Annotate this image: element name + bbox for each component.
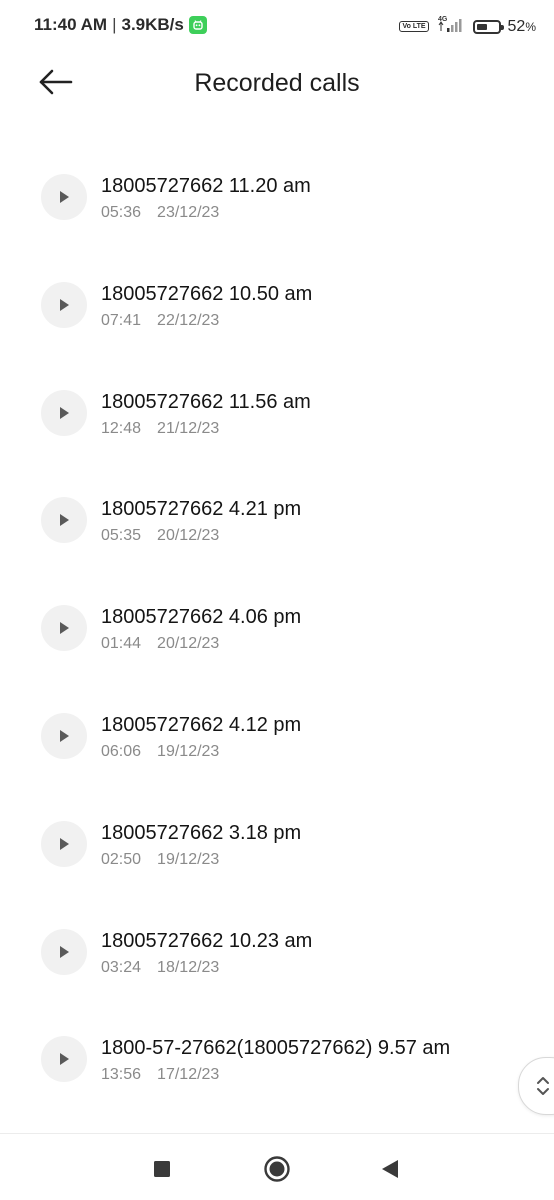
call-meta: 07:41 22/12/23 [101,312,219,330]
network-speed: 3.9KB/s [121,15,184,34]
call-date: 20/12/23 [157,635,220,653]
nav-back-button[interactable] [376,1154,406,1184]
status-time: 11:40 AM [34,15,108,34]
call-title: 18005727662 10.50 am [101,282,313,305]
nav-home-button[interactable] [262,1154,292,1184]
call-title: 18005727662 3.18 pm [101,821,302,844]
play-button[interactable] [41,1036,87,1083]
play-icon [60,729,69,742]
play-icon [60,837,69,850]
battery-percent: 52 [507,17,526,35]
call-date: 17/12/23 [157,1066,220,1084]
status-right: Vo LTE 4G 52% [399,14,536,39]
call-title: 18005727662 4.12 pm [101,713,302,736]
call-meta: 13:56 17/12/23 [101,1066,219,1084]
battery-icon [472,19,504,34]
battery-fill [476,23,487,30]
call-recording-item[interactable]: 18005727662 10.50 am 07:41 22/12/23 [0,250,554,358]
play-button[interactable] [41,605,87,652]
call-meta: 05:36 23/12/23 [101,204,219,222]
call-recording-item[interactable]: 18005727662 4.06 pm 01:44 20/12/23 [0,573,554,681]
fast-scroll-icon [537,1077,549,1095]
call-duration: 02:50 [101,850,142,868]
call-meta: 01:44 20/12/23 [101,635,219,653]
nav-recents-button[interactable] [147,1154,177,1184]
play-button[interactable] [41,174,87,220]
call-date: 19/12/23 [157,850,220,868]
network-type-label: 4G [438,16,448,23]
triangle-back-icon [382,1160,398,1178]
screen: 11:40 AM | 3.9KB/s Vo LTE 4G 52% Recorde… [0,0,554,1200]
play-button[interactable] [41,497,87,544]
recorded-calls-list: 18005727662 11.20 am 05:36 23/12/23 1800572… [0,142,554,1112]
call-meta: 06:06 19/12/23 [101,743,219,761]
status-bar: 11:40 AM | 3.9KB/s Vo LTE 4G 52% [0,0,554,50]
play-icon [60,298,69,311]
call-recording-item[interactable]: 18005727662 4.12 pm 06:06 19/12/23 [0,681,554,789]
call-title: 1800-57-27662(18005727662) 9.57 am [101,1037,451,1060]
call-meta: 03:24 18/12/23 [101,959,219,977]
call-date: 18/12/23 [157,958,220,976]
call-recording-item[interactable]: 18005727662 4.21 pm 05:35 20/12/23 [0,465,554,573]
header: Recorded calls [0,55,554,115]
battery-text: 52% [508,18,536,36]
call-date: 23/12/23 [157,204,220,221]
call-title: 18005727662 11.20 am [101,175,311,197]
call-duration: 07:41 [101,311,142,329]
signal-icon: 4G [436,14,466,39]
call-meta: 02:50 19/12/23 [101,851,219,869]
call-date: 19/12/23 [157,742,220,760]
play-icon [60,1053,69,1066]
play-button[interactable] [41,712,87,759]
status-left: 11:40 AM | 3.9KB/s [34,15,207,35]
page-title: Recorded calls [194,69,360,97]
call-date: 22/12/23 [157,311,220,329]
call-recording-item[interactable]: 18005727662 11.20 am 05:36 23/12/23 [0,142,554,250]
play-icon [60,945,69,958]
play-button[interactable] [41,389,87,436]
call-recording-item[interactable]: 18005727662 3.18 pm 02:50 19/12/23 [0,789,554,897]
call-recording-item[interactable]: 18005727662 11.56 am 12:48 21/12/23 [0,358,554,466]
volte-icon: Vo LTE [399,21,429,32]
call-date: 21/12/23 [157,419,220,437]
circle-icon [264,1156,290,1182]
call-duration: 13:56 [101,1066,142,1084]
play-button[interactable] [41,928,87,975]
app-notification-icon [188,16,207,34]
call-duration: 01:44 [101,635,142,653]
navigation-bar [0,1133,554,1200]
play-icon [60,622,69,635]
call-recording-item[interactable]: 18005727662 10.23 am 03:24 18/12/23 [0,897,554,1005]
call-recording-item[interactable]: 1800-57-27662(18005727662) 9.57 am 13:56 1… [0,1004,554,1112]
call-title: 18005727662 4.21 pm [101,498,302,521]
play-button[interactable] [41,281,87,328]
call-duration: 06:06 [101,742,142,760]
call-duration: 05:35 [101,527,142,545]
call-title: 18005727662 11.56 am [101,390,311,413]
call-title: 18005727662 4.06 pm [101,606,302,629]
play-icon [60,514,69,527]
call-date: 20/12/23 [157,527,220,545]
play-button[interactable] [41,820,87,867]
call-title: 18005727662 10.23 am [101,929,313,952]
call-duration: 12:48 [101,419,142,437]
call-meta: 12:48 21/12/23 [101,420,219,438]
call-meta: 05:35 20/12/23 [101,527,219,545]
play-icon [60,191,69,203]
play-icon [60,406,69,419]
call-duration: 03:24 [101,958,142,976]
square-icon [154,1161,170,1177]
status-separator: | [112,15,117,34]
battery-unit: % [525,19,536,34]
call-duration: 05:36 [101,204,142,221]
